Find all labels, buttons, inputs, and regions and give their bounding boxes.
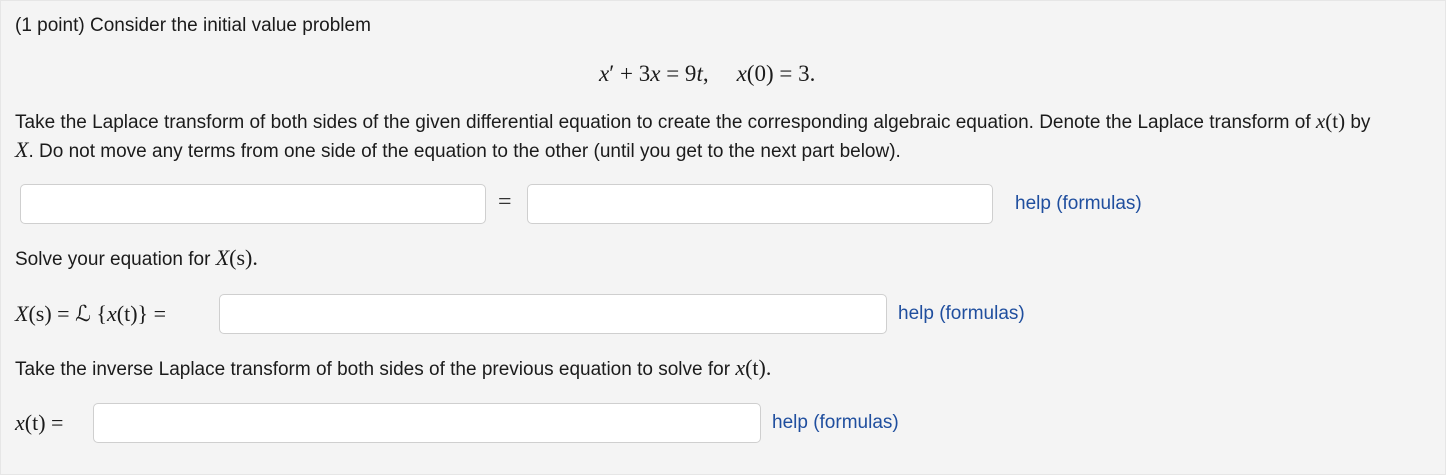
- part3-instruction-prefix: Take the inverse Laplace transform of bo…: [15, 359, 731, 380]
- ivp-equation: x′ + 3x = 9t, x(0) = 3.: [599, 61, 815, 87]
- ic-rest: (0) = 3.: [746, 61, 816, 86]
- help-formulas-link-3[interactable]: help (formulas): [772, 412, 899, 434]
- part1-math-t: (t): [1325, 109, 1346, 133]
- laplace-equals-sign: =: [498, 189, 512, 215]
- help-formulas-link-1[interactable]: help (formulas): [1015, 193, 1142, 215]
- part2-label-s-eq: (s) = ℒ {: [28, 301, 107, 326]
- inverse-laplace-answer-input[interactable]: [93, 403, 761, 443]
- part1-instruction-line2: X. Do not move any terms from one side o…: [15, 139, 901, 163]
- part1-instruction-a: Take the Laplace transform of both sides…: [15, 112, 1311, 133]
- part2-instruction-prefix: Solve your equation for: [15, 249, 211, 270]
- problem-intro: (1 point) Consider the initial value pro…: [15, 15, 371, 36]
- part1-instruction-b: . Do not move any terms from one side of…: [28, 141, 901, 162]
- part2-math-s: (s).: [229, 245, 258, 270]
- part1-by: by: [1350, 112, 1371, 133]
- ic-x: x: [736, 61, 747, 86]
- part1-math-X: X: [15, 137, 29, 162]
- part3-math-x: x: [735, 355, 746, 380]
- part2-math-X: X: [215, 245, 230, 270]
- part2-label: X(s) = ℒ {x(t)} =: [15, 301, 166, 327]
- eq-x: x: [650, 61, 661, 86]
- eq-equals-9: = 9: [660, 61, 697, 86]
- part3-math-t: (t).: [745, 355, 772, 380]
- eq-x-deriv: x: [599, 61, 610, 86]
- laplace-rhs-input[interactable]: [527, 184, 993, 224]
- laplace-X-answer-input[interactable]: [219, 294, 887, 334]
- part2-label-X: X: [15, 301, 29, 326]
- eq-plus-3: + 3: [614, 61, 651, 86]
- part3-instruction: Take the inverse Laplace transform of bo…: [15, 357, 771, 381]
- problem-panel: (1 point) Consider the initial value pro…: [0, 0, 1446, 475]
- part2-instruction: Solve your equation for X(s).: [15, 247, 258, 271]
- part2-label-t-close: (t)} =: [116, 301, 166, 326]
- laplace-lhs-input[interactable]: [20, 184, 486, 224]
- part3-label: x(t) =: [15, 410, 63, 436]
- eq-comma: ,: [702, 61, 709, 86]
- part3-label-x: x: [15, 410, 25, 435]
- help-formulas-link-2[interactable]: help (formulas): [898, 303, 1025, 325]
- part2-label-x: x: [106, 301, 117, 326]
- part1-instruction-line1: Take the Laplace transform of both sides…: [15, 110, 1370, 134]
- part3-label-t-eq: (t) =: [24, 410, 64, 435]
- part1-math-x: x: [1315, 109, 1326, 133]
